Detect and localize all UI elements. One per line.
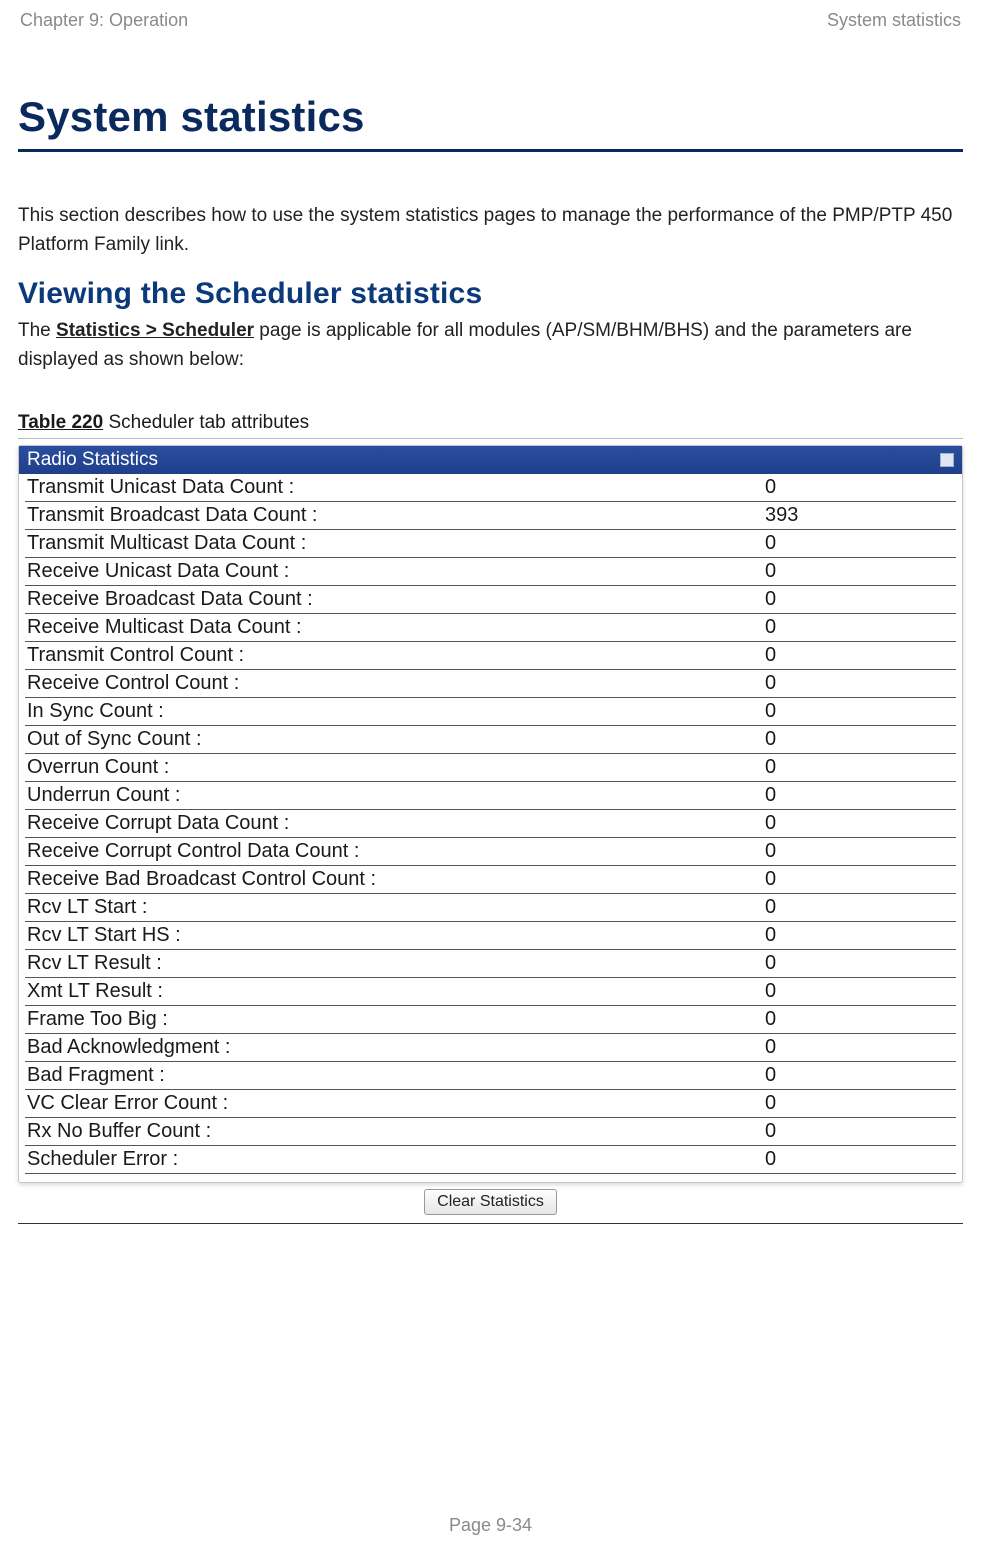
stat-label: Scheduler Error : [25,1148,765,1171]
stat-row: Receive Multicast Data Count :0 [25,614,956,642]
stat-value: 0 [765,476,956,499]
stat-label: Out of Sync Count : [25,728,765,751]
stat-value: 0 [765,784,956,807]
stat-value: 0 [765,560,956,583]
stat-label: Transmit Broadcast Data Count : [25,504,765,527]
stat-label: Receive Unicast Data Count : [25,560,765,583]
stat-value: 0 [765,840,956,863]
stat-value: 0 [765,1064,956,1087]
stat-label: Receive Corrupt Data Count : [25,812,765,835]
para-pre: The [18,320,56,341]
stat-label: Bad Acknowledgment : [25,1036,765,1059]
stat-row: VC Clear Error Count :0 [25,1090,956,1118]
stat-row: Out of Sync Count :0 [25,726,956,754]
stat-label: Transmit Control Count : [25,644,765,667]
table-caption-text: Scheduler tab attributes [103,412,309,433]
stat-label: Receive Broadcast Data Count : [25,588,765,611]
bottom-rule [18,1223,963,1224]
stat-row: Bad Fragment :0 [25,1062,956,1090]
header-left: Chapter 9: Operation [20,10,188,31]
collapse-icon[interactable] [940,453,954,467]
stat-row: Overrun Count :0 [25,754,956,782]
stat-row: Receive Unicast Data Count :0 [25,558,956,586]
stat-value: 0 [765,924,956,947]
header-right: System statistics [827,10,961,31]
table-caption: Table 220 Scheduler tab attributes [18,412,963,434]
scheduler-paragraph: The Statistics > Scheduler page is appli… [18,317,963,374]
radio-statistics-panel: Radio Statistics Transmit Unicast Data C… [18,445,963,1183]
stat-label: Underrun Count : [25,784,765,807]
stat-label: Overrun Count : [25,756,765,779]
stat-value: 0 [765,980,956,1003]
stat-value: 0 [765,1036,956,1059]
stat-value: 0 [765,644,956,667]
stat-value: 0 [765,1008,956,1031]
stat-label: Frame Too Big : [25,1008,765,1031]
stat-label: Xmt LT Result : [25,980,765,1003]
intro-text: This section describes how to use the sy… [18,202,963,259]
clear-statistics-button[interactable]: Clear Statistics [424,1189,557,1215]
stat-row: Rx No Buffer Count :0 [25,1118,956,1146]
stat-value: 0 [765,1120,956,1143]
stat-value: 393 [765,504,956,527]
table-label: Table 220 [18,412,103,433]
stat-row: Frame Too Big :0 [25,1006,956,1034]
stat-row: Rcv LT Start :0 [25,894,956,922]
stat-row: Receive Corrupt Data Count :0 [25,810,956,838]
breadcrumb: Statistics > Scheduler [56,320,254,341]
stat-row: Rcv LT Result :0 [25,950,956,978]
stat-value: 0 [765,588,956,611]
stat-row: Transmit Control Count :0 [25,642,956,670]
stat-label: Rcv LT Start HS : [25,924,765,947]
stat-row: Underrun Count :0 [25,782,956,810]
stat-row: Receive Broadcast Data Count :0 [25,586,956,614]
page-number: Page 9-34 [0,1515,981,1536]
stat-value: 0 [765,812,956,835]
section-title: Viewing the Scheduler statistics [18,277,963,311]
stat-value: 0 [765,896,956,919]
stat-row: Xmt LT Result :0 [25,978,956,1006]
button-row: Clear Statistics [18,1189,963,1215]
stat-row: Scheduler Error :0 [25,1146,956,1174]
stat-value: 0 [765,1092,956,1115]
running-header: Chapter 9: Operation System statistics [18,0,963,31]
stat-row: Transmit Broadcast Data Count :393 [25,502,956,530]
stat-value: 0 [765,868,956,891]
caption-rule [18,438,963,439]
stat-label: Rx No Buffer Count : [25,1120,765,1143]
page-title: System statistics [18,93,963,152]
stat-label: Transmit Unicast Data Count : [25,476,765,499]
stat-label: Receive Multicast Data Count : [25,616,765,639]
stat-row: Receive Corrupt Control Data Count :0 [25,838,956,866]
stat-value: 0 [765,616,956,639]
stat-row: Transmit Multicast Data Count :0 [25,530,956,558]
stat-row: Receive Control Count :0 [25,670,956,698]
stat-row: Receive Bad Broadcast Control Count :0 [25,866,956,894]
panel-header: Radio Statistics [19,446,962,474]
stat-row: Bad Acknowledgment :0 [25,1034,956,1062]
stat-row: Rcv LT Start HS :0 [25,922,956,950]
stat-label: Transmit Multicast Data Count : [25,532,765,555]
stat-label: Receive Bad Broadcast Control Count : [25,868,765,891]
stat-label: Receive Control Count : [25,672,765,695]
stat-value: 0 [765,532,956,555]
stats-body: Transmit Unicast Data Count :0Transmit B… [19,474,962,1182]
stat-row: Transmit Unicast Data Count :0 [25,474,956,502]
stat-label: VC Clear Error Count : [25,1092,765,1115]
panel-title: Radio Statistics [27,449,158,471]
stat-value: 0 [765,672,956,695]
stat-value: 0 [765,700,956,723]
stat-value: 0 [765,756,956,779]
stat-label: Bad Fragment : [25,1064,765,1087]
stat-row: In Sync Count :0 [25,698,956,726]
stat-value: 0 [765,952,956,975]
stat-label: Rcv LT Start : [25,896,765,919]
stat-value: 0 [765,1148,956,1171]
stat-label: In Sync Count : [25,700,765,723]
stat-label: Rcv LT Result : [25,952,765,975]
stat-label: Receive Corrupt Control Data Count : [25,840,765,863]
stat-value: 0 [765,728,956,751]
